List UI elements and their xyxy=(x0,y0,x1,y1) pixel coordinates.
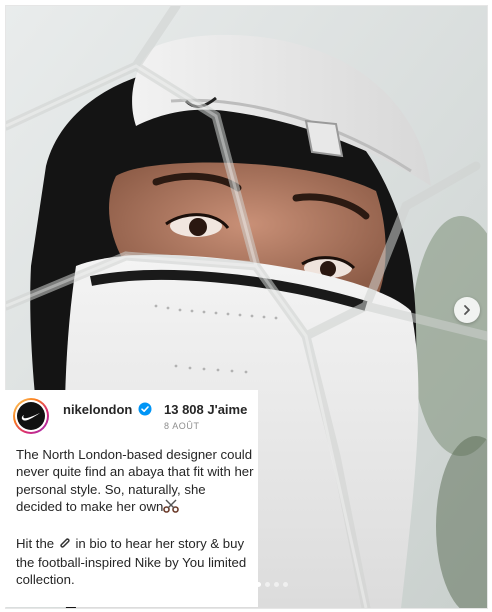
carousel-indicator xyxy=(256,582,288,587)
carousel-dot xyxy=(274,582,279,587)
caption-text: The North London-based designer could ne… xyxy=(16,447,254,515)
likes-count[interactable]: 13 808 J'aime xyxy=(164,402,247,417)
post-date: 8 AOÛT xyxy=(164,421,200,431)
caption-paragraph: The North London-based designer could ne… xyxy=(16,446,254,518)
chevron-right-icon xyxy=(464,305,470,315)
caption-paragraph: Hit the in bio to hear her story & buy t… xyxy=(16,535,254,589)
carousel-next-button[interactable] xyxy=(454,297,480,323)
nike-swoosh-icon xyxy=(21,413,40,421)
carousel-dot xyxy=(283,582,288,587)
scissors-icon xyxy=(163,499,180,517)
post-info-card: nikelondon 13 808 J'aime 8 AOÛT The Nort… xyxy=(5,390,258,607)
author-username[interactable]: nikelondon xyxy=(63,402,132,417)
avatar[interactable] xyxy=(13,398,49,434)
verified-badge-icon xyxy=(138,402,152,416)
paperclip-icon xyxy=(58,536,72,554)
carousel-dot xyxy=(265,582,270,587)
caption-text: Hit the xyxy=(16,535,55,551)
post-caption: The North London-based designer could ne… xyxy=(16,446,254,589)
